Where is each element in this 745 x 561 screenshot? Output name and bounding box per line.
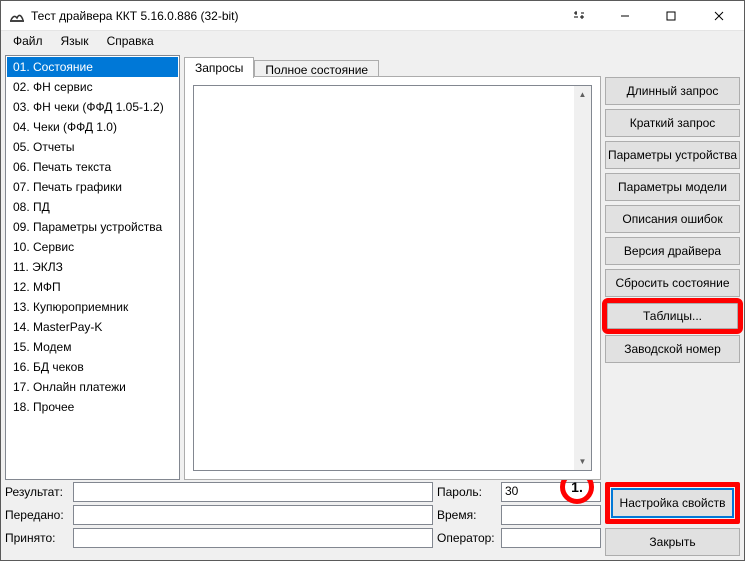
tables-highlight: Таблицы... [605,301,740,331]
lower-area: Результат: Пароль: 30 Передано: Время: П… [5,482,740,556]
close-app-button[interactable]: Закрыть [605,528,740,556]
menu-file[interactable]: Файл [5,33,51,49]
settings-button[interactable]: Настройка свойств [612,489,733,517]
sidebar-item[interactable]: 09. Параметры устройства [7,217,178,237]
result-label: Результат: [5,485,69,499]
close-button[interactable] [694,1,744,31]
received-label: Принято: [5,531,69,545]
app-window: Тест драйвера ККТ 5.16.0.886 (32-bit) Фа… [0,0,745,561]
factory-number-button[interactable]: Заводской номер [605,335,740,363]
output-textarea[interactable]: ▲ ▼ [193,85,592,471]
sidebar-item[interactable]: 13. Купюроприемник [7,297,178,317]
minimize-button[interactable] [602,1,648,31]
device-params-button[interactable]: Параметры устройства [605,141,740,169]
menu-help[interactable]: Справка [99,33,162,49]
reset-state-button[interactable]: Сбросить состояние [605,269,740,297]
sent-field[interactable] [73,505,433,525]
scroll-up-icon[interactable]: ▲ [574,86,591,103]
menubar: Файл Язык Справка [1,31,744,51]
tab-page: ▲ ▼ [184,76,601,480]
sidebar-item[interactable]: 03. ФН чеки (ФФД 1.05-1.2) [7,97,178,117]
long-request-button[interactable]: Длинный запрос [605,77,740,105]
sidebar-item[interactable]: 07. Печать графики [7,177,178,197]
sidebar-item[interactable]: 12. МФП [7,277,178,297]
short-request-button[interactable]: Краткий запрос [605,109,740,137]
model-params-button[interactable]: Параметры модели [605,173,740,201]
menu-lang[interactable]: Язык [53,33,97,49]
upper-area: 01. Состояние02. ФН сервис03. ФН чеки (Ф… [5,55,740,480]
titlebar: Тест драйвера ККТ 5.16.0.886 (32-bit) [1,1,744,31]
sidebar-item[interactable]: 14. MasterPay-K [7,317,178,337]
sent-label: Передано: [5,508,69,522]
result-field[interactable] [73,482,433,502]
sidebar-item[interactable]: 05. Отчеты [7,137,178,157]
tab-container: Запросы Полное состояние ▲ ▼ [184,55,601,480]
tables-button[interactable]: Таблицы... [607,303,738,329]
time-field[interactable] [501,505,601,525]
received-field[interactable] [73,528,433,548]
compat-icon [556,1,602,31]
sidebar-item[interactable]: 08. ПД [7,197,178,217]
sidebar-item[interactable]: 18. Прочее [7,397,178,417]
sidebar-item[interactable]: 17. Онлайн платежи [7,377,178,397]
app-icon [9,8,25,24]
operator-label: Оператор: [437,531,497,545]
window-title: Тест драйвера ККТ 5.16.0.886 (32-bit) [31,9,239,23]
lower-right-panel: 1. Настройка свойств Закрыть [605,482,740,556]
sidebar-item[interactable]: 04. Чеки (ФФД 1.0) [7,117,178,137]
annotation-marker-1-label: 1. [571,479,583,495]
sidebar-item[interactable]: 15. Модем [7,337,178,357]
settings-highlight: Настройка свойств [605,482,740,524]
body: 01. Состояние02. ФН сервис03. ФН чеки (Ф… [1,51,744,560]
driver-version-button[interactable]: Версия драйвера [605,237,740,265]
scrollbar[interactable]: ▲ ▼ [574,86,591,470]
status-grid: Результат: Пароль: 30 Передано: Время: П… [5,482,601,548]
operator-field[interactable] [501,528,601,548]
right-panel: Длинный запрос Краткий запрос Параметры … [605,55,740,480]
sidebar-item[interactable]: 11. ЭКЛЗ [7,257,178,277]
error-desc-button[interactable]: Описания ошибок [605,205,740,233]
time-label: Время: [437,508,497,522]
sidebar-item[interactable]: 16. БД чеков [7,357,178,377]
scroll-down-icon[interactable]: ▼ [574,453,591,470]
sidebar-item[interactable]: 06. Печать текста [7,157,178,177]
sidebar[interactable]: 01. Состояние02. ФН сервис03. ФН чеки (Ф… [5,55,180,480]
sidebar-item[interactable]: 10. Сервис [7,237,178,257]
sidebar-item[interactable]: 02. ФН сервис [7,77,178,97]
sidebar-item[interactable]: 01. Состояние [7,57,178,77]
password-label: Пароль: [437,485,497,499]
maximize-button[interactable] [648,1,694,31]
tab-strip: Запросы Полное состояние [184,55,601,77]
tab-requests[interactable]: Запросы [184,57,254,78]
